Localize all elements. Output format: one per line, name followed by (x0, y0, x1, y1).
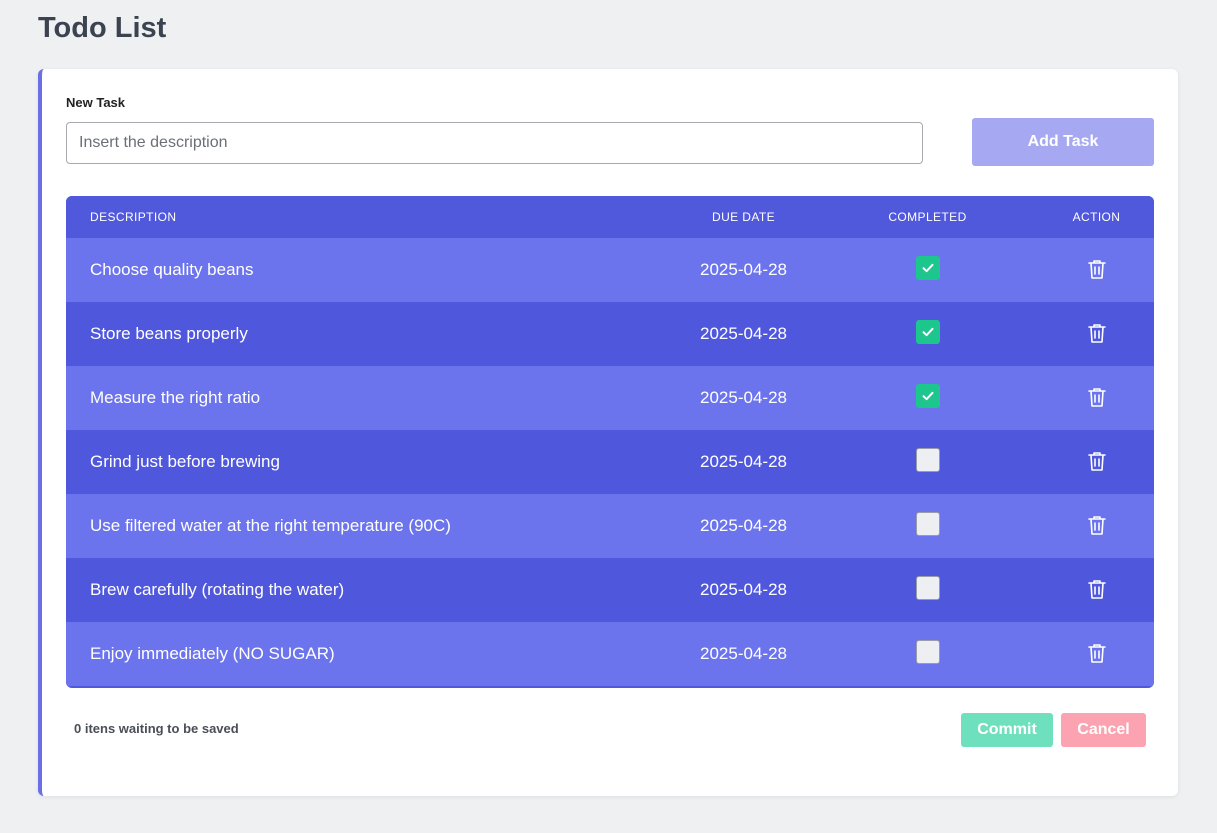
header-due-date: DUE DATE (712, 210, 775, 224)
trash-icon[interactable] (1087, 386, 1107, 408)
add-task-button[interactable]: Add Task (972, 118, 1154, 166)
table-header: DESCRIPTION DUE DATE COMPLETED ACTION (66, 196, 1154, 238)
page-title: Todo List (38, 12, 167, 44)
table-row: Use filtered water at the right temperat… (66, 494, 1154, 558)
task-due-date: 2025-04-28 (700, 516, 787, 535)
action-cell (1039, 388, 1154, 408)
task-due-date: 2025-04-28 (700, 644, 787, 663)
header-action: ACTION (1072, 210, 1121, 224)
table-row: Brew carefully (rotating the water) 2025-… (66, 558, 1154, 622)
commit-button[interactable]: Commit (961, 713, 1053, 747)
checkmark-icon (921, 325, 935, 339)
action-cell (1039, 260, 1154, 280)
completed-checkbox[interactable] (915, 320, 940, 344)
action-cell (1039, 580, 1154, 600)
action-cell (1039, 452, 1154, 472)
table-row: Choose quality beans 2025-04-28 (66, 238, 1154, 302)
trash-icon[interactable] (1087, 322, 1107, 344)
action-cell (1039, 516, 1154, 536)
task-description: Brew carefully (rotating the water) (90, 580, 345, 599)
cancel-button[interactable]: Cancel (1061, 713, 1146, 747)
task-description: Enjoy immediately (NO SUGAR) (90, 644, 335, 663)
completed-cell (816, 512, 1039, 536)
completed-cell (816, 384, 1039, 408)
task-description: Choose quality beans (90, 260, 254, 279)
table-row: Store beans properly 2025-04-28 (66, 302, 1154, 366)
completed-cell (816, 640, 1039, 664)
completed-cell (816, 320, 1039, 344)
completed-checkbox[interactable] (915, 384, 940, 408)
task-description: Measure the right ratio (90, 388, 261, 407)
trash-icon[interactable] (1087, 578, 1107, 600)
new-task-label: New Task (66, 95, 126, 110)
action-cell (1039, 644, 1154, 664)
completed-checkbox[interactable] (915, 576, 940, 600)
table-row: Enjoy immediately (NO SUGAR) 2025-04-28 (66, 622, 1154, 686)
table-body: Choose quality beans 2025-04-28 Store bean… (66, 238, 1154, 686)
task-table: DESCRIPTION DUE DATE COMPLETED ACTION Ch… (66, 196, 1154, 688)
completed-checkbox[interactable] (915, 256, 940, 280)
trash-icon[interactable] (1087, 258, 1107, 280)
task-due-date: 2025-04-28 (700, 260, 787, 279)
task-description: Store beans properly (90, 324, 248, 343)
task-due-date: 2025-04-28 (700, 452, 787, 471)
completed-cell (816, 576, 1039, 600)
header-completed: COMPLETED (888, 210, 967, 224)
description-input[interactable] (66, 122, 923, 164)
checkmark-icon (921, 389, 935, 403)
completed-checkbox[interactable] (915, 448, 940, 472)
task-due-date: 2025-04-28 (700, 388, 787, 407)
completed-checkbox[interactable] (915, 640, 940, 664)
trash-icon[interactable] (1087, 514, 1107, 536)
task-due-date: 2025-04-28 (700, 324, 787, 343)
action-cell (1039, 324, 1154, 344)
table-row: Measure the right ratio 2025-04-28 (66, 366, 1154, 430)
header-description: DESCRIPTION (90, 210, 177, 224)
trash-icon[interactable] (1087, 450, 1107, 472)
table-row: Grind just before brewing 2025-04-28 (66, 430, 1154, 494)
task-description: Grind just before brewing (90, 452, 280, 471)
trash-icon[interactable] (1087, 642, 1107, 664)
todo-card: New Task Add Task DESCRIPTION DUE DATE C… (38, 69, 1178, 796)
checkmark-icon (921, 261, 935, 275)
completed-checkbox[interactable] (915, 512, 940, 536)
task-due-date: 2025-04-28 (700, 580, 787, 599)
task-description: Use filtered water at the right temperat… (90, 516, 451, 535)
completed-cell (816, 448, 1039, 472)
pending-status: 0 itens waiting to be saved (74, 721, 239, 736)
completed-cell (816, 256, 1039, 280)
